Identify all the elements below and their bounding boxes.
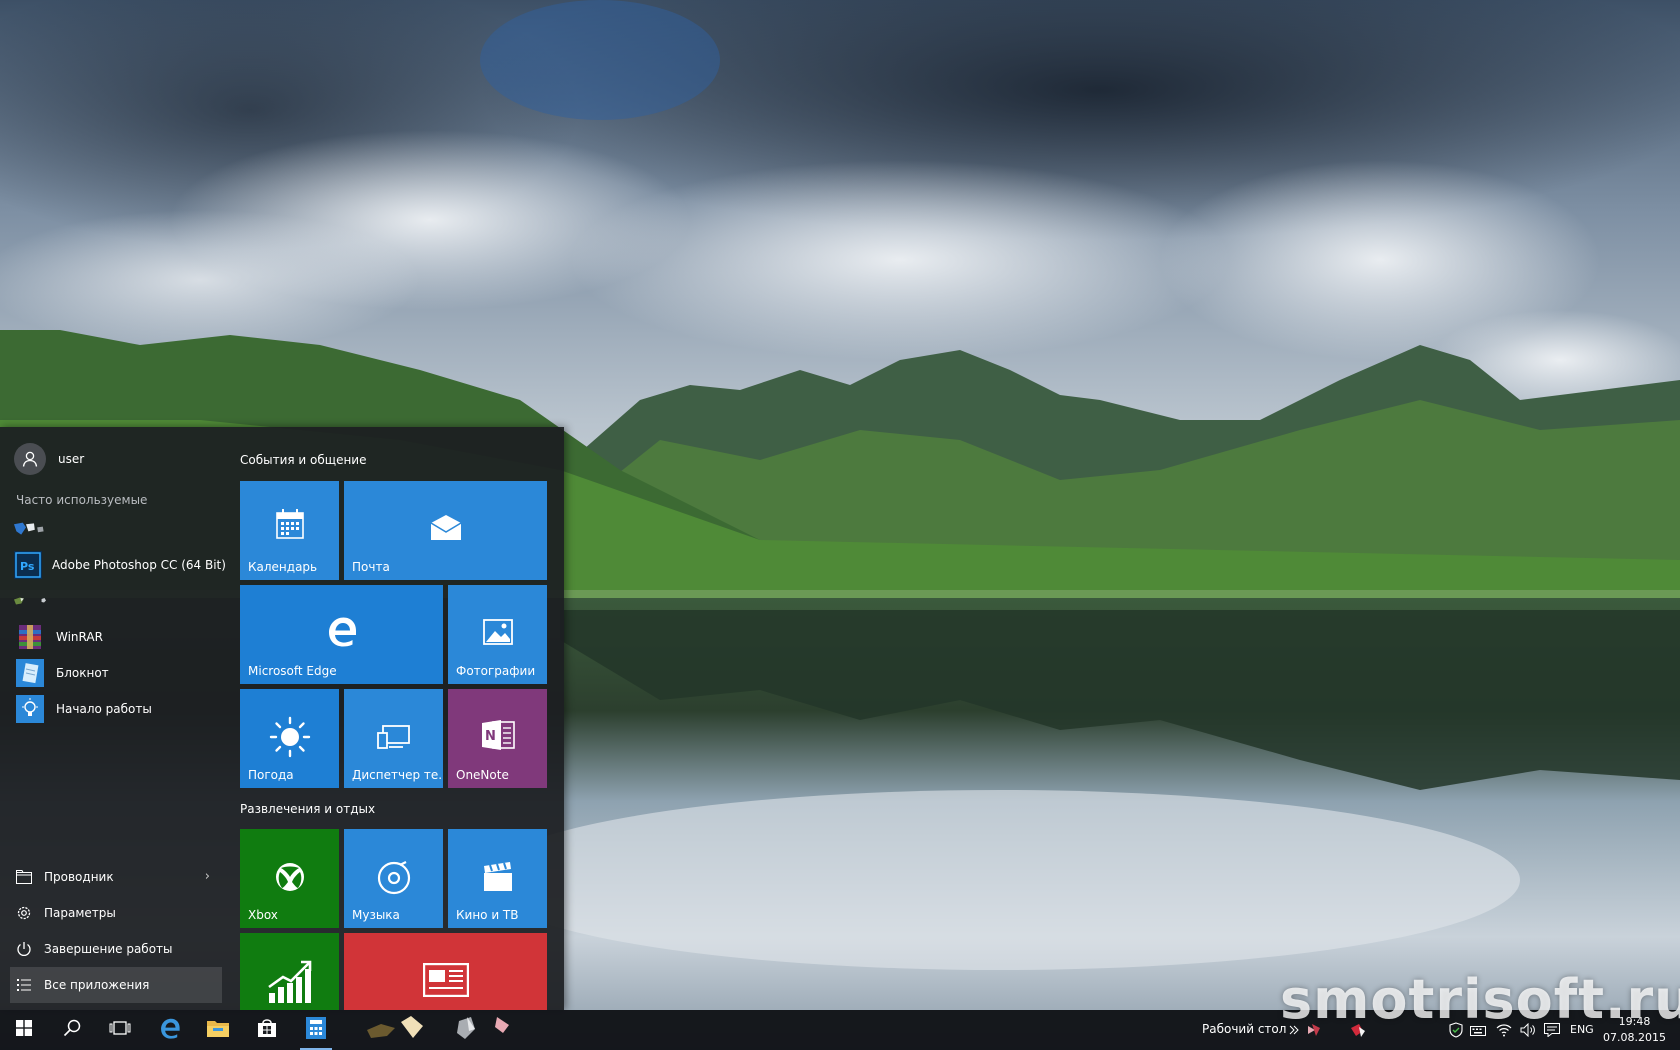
- blank-app-icon: [14, 513, 46, 545]
- winrar-icon: [14, 621, 46, 653]
- search-icon: [63, 1019, 81, 1041]
- explorer-button[interactable]: Проводник ›: [10, 859, 222, 895]
- tile-music[interactable]: Музыка: [344, 829, 443, 928]
- photoshop-icon: Ps: [14, 549, 42, 581]
- start-icon: [16, 1020, 32, 1040]
- weather-icon: [240, 715, 339, 759]
- taskbar-store-button[interactable]: [243, 1010, 291, 1050]
- onenote-icon: N: [448, 719, 547, 751]
- blank-app-icon: [365, 1016, 425, 1044]
- power-icon: [14, 939, 34, 959]
- notepad-icon: [14, 657, 46, 689]
- taskbar-calculator-button[interactable]: [292, 1010, 340, 1050]
- tile-edge[interactable]: Microsoft Edge: [240, 585, 443, 684]
- file-explorer-icon: [207, 1019, 229, 1041]
- app-item-photoshop[interactable]: Ps Adobe Photoshop CC (64 Bit): [14, 547, 226, 583]
- tile-finance[interactable]: [240, 933, 339, 1010]
- tile-mail[interactable]: Почта: [344, 481, 547, 580]
- app-item-blank-2[interactable]: [14, 583, 224, 619]
- settings-button[interactable]: Параметры: [10, 895, 222, 931]
- store-icon: [257, 1018, 277, 1042]
- user-name: user: [58, 452, 85, 466]
- start-menu-left-pane: user Часто используемые Ps Adobe Photosh…: [0, 427, 232, 1010]
- photos-icon: [448, 619, 547, 645]
- phone-companion-icon: [344, 725, 443, 749]
- search-button[interactable]: [48, 1010, 96, 1050]
- tile-calendar[interactable]: Календарь: [240, 481, 339, 580]
- blank-app-icon: [14, 585, 46, 617]
- most-used-list: Ps Adobe Photoshop CC (64 Bit) WinRAR Бл…: [14, 511, 226, 727]
- watermark-logo: smotrisoft.ru: [1280, 968, 1680, 1031]
- list-icon: [14, 975, 34, 995]
- tile-phone-companion[interactable]: Диспетчер те...: [344, 689, 443, 788]
- app-item-blank-1[interactable]: [14, 511, 224, 547]
- blank-app-icon: [451, 1015, 511, 1045]
- tile-xbox[interactable]: Xbox: [240, 829, 339, 928]
- user-account-button[interactable]: user: [14, 443, 84, 475]
- taskbar-edge-button[interactable]: [146, 1010, 194, 1050]
- most-used-heading: Часто используемые: [16, 493, 148, 507]
- task-view-icon: [109, 1020, 131, 1040]
- tile-movies-tv[interactable]: Кино и ТВ: [448, 829, 547, 928]
- tile-news[interactable]: [344, 933, 547, 1010]
- svg-text:N: N: [485, 729, 496, 744]
- calculator-icon: [306, 1017, 326, 1043]
- tile-group-title-2: Развлечения и отдых: [240, 802, 376, 816]
- taskbar-file-explorer-button[interactable]: [194, 1010, 242, 1050]
- music-icon: [344, 861, 443, 895]
- tile-weather[interactable]: Погода: [240, 689, 339, 788]
- start-menu-bottom-list: Проводник › Параметры Завершение работы: [10, 859, 222, 1003]
- edge-icon: [159, 1017, 181, 1043]
- start-button[interactable]: [0, 1010, 48, 1050]
- calendar-icon: [240, 509, 339, 539]
- app-item-winrar[interactable]: WinRAR: [14, 619, 224, 655]
- task-view-button[interactable]: [96, 1010, 144, 1050]
- app-item-notepad[interactable]: Блокнот: [14, 655, 224, 691]
- taskbar-blank-app-2[interactable]: [446, 1010, 516, 1050]
- gear-icon: [14, 903, 34, 923]
- edge-icon: [240, 615, 443, 647]
- tile-onenote[interactable]: N OneNote: [448, 689, 547, 788]
- tile-group-title-1: События и общение: [240, 453, 367, 467]
- chevron-right-icon[interactable]: ›: [205, 869, 210, 884]
- lightbulb-icon: [14, 693, 46, 725]
- xbox-icon: [240, 861, 339, 893]
- power-button[interactable]: Завершение работы: [10, 931, 222, 967]
- all-apps-button[interactable]: Все приложения: [10, 967, 222, 1003]
- finance-icon: [240, 959, 339, 1003]
- taskbar-blank-app-1[interactable]: [360, 1010, 430, 1050]
- tile-photos[interactable]: Фотографии: [448, 585, 547, 684]
- mail-icon: [344, 515, 547, 541]
- film-icon: [448, 861, 547, 893]
- folder-icon: [14, 867, 34, 887]
- app-item-get-started[interactable]: Начало работы: [14, 691, 224, 727]
- user-avatar-icon: [14, 443, 46, 475]
- svg-text:Ps: Ps: [20, 560, 35, 573]
- desktop-toolbar-label[interactable]: Рабочий стол: [1202, 1022, 1286, 1036]
- news-icon: [344, 963, 547, 997]
- start-menu: user Часто используемые Ps Adobe Photosh…: [0, 427, 564, 1010]
